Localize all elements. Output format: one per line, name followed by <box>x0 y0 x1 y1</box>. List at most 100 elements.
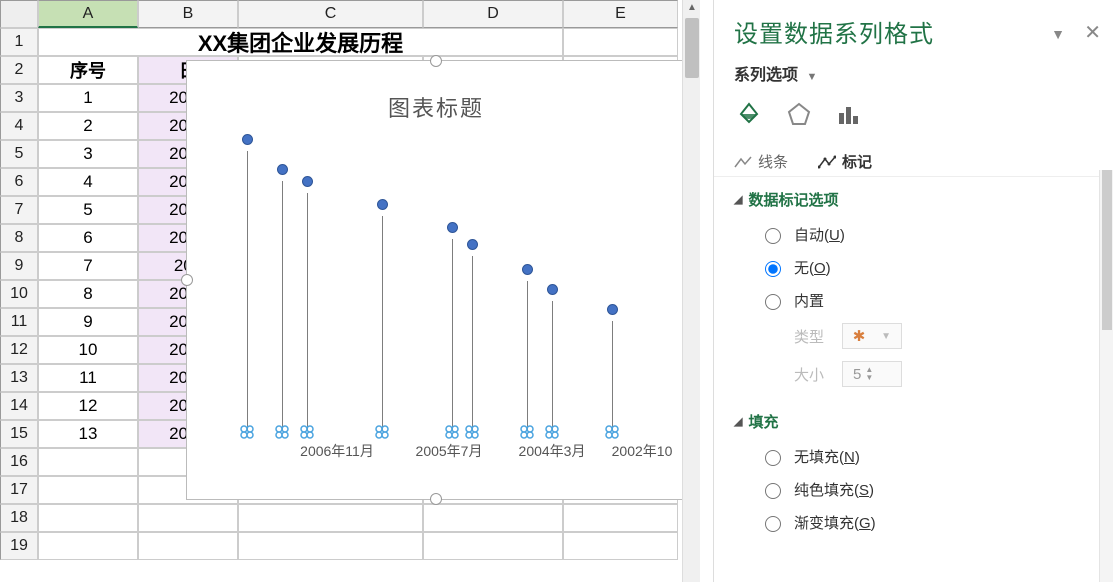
row-header-16[interactable]: 16 <box>0 448 38 476</box>
chart-marker[interactable] <box>377 199 388 210</box>
select-all-corner[interactable] <box>0 0 38 28</box>
cell[interactable]: 1 <box>38 84 138 112</box>
cell[interactable] <box>38 448 138 476</box>
chart-marker[interactable] <box>242 134 253 145</box>
chart-marker[interactable] <box>607 304 618 315</box>
cell[interactable] <box>563 28 678 56</box>
cell[interactable] <box>423 504 563 532</box>
radio-nofill-input[interactable] <box>765 450 781 466</box>
row-header-19[interactable]: 19 <box>0 532 38 560</box>
radio-none-input[interactable] <box>765 261 781 277</box>
row-header-18[interactable]: 18 <box>0 504 38 532</box>
series-options-dropdown[interactable]: 系列选项 ▼ <box>714 55 1113 93</box>
chart-base-marker-selected[interactable] <box>300 425 314 439</box>
cell[interactable]: 9 <box>38 308 138 336</box>
chart-stem[interactable] <box>282 181 283 431</box>
row-header-1[interactable]: 1 <box>0 28 38 56</box>
cell[interactable]: 7 <box>38 252 138 280</box>
chart-title[interactable]: 图表标题 <box>187 91 685 123</box>
cell[interactable] <box>238 504 423 532</box>
chart-stem[interactable] <box>247 151 248 431</box>
chart-base-marker-selected[interactable] <box>545 425 559 439</box>
marker-type-dropdown[interactable]: ✱ ▼ <box>842 323 902 349</box>
radio-auto-input[interactable] <box>765 228 781 244</box>
resize-handle-n[interactable] <box>430 55 442 67</box>
panel-scroll-thumb[interactable] <box>1102 170 1112 330</box>
radio-builtin[interactable]: 内置 <box>760 284 1093 317</box>
fill-line-icon[interactable] <box>734 99 764 129</box>
row-header-2[interactable]: 2 <box>0 56 38 84</box>
cell[interactable] <box>563 532 678 560</box>
radio-solid[interactable]: 纯色填充(S) <box>760 473 1093 506</box>
spinner[interactable]: ▲▼ <box>865 366 873 382</box>
cell[interactable]: 8 <box>38 280 138 308</box>
radio-auto[interactable]: 自动(U) <box>760 218 1093 251</box>
cell[interactable] <box>38 532 138 560</box>
chart-stem[interactable] <box>382 216 383 431</box>
cell[interactable] <box>563 504 678 532</box>
resize-handle-s[interactable] <box>430 493 442 505</box>
cell[interactable] <box>238 532 423 560</box>
marker-options-title[interactable]: ◢ 数据标记选项 <box>734 189 1093 210</box>
chart-marker[interactable] <box>277 164 288 175</box>
row-header-9[interactable]: 9 <box>0 252 38 280</box>
cell[interactable]: 5 <box>38 196 138 224</box>
col-header-B[interactable]: B <box>138 0 238 28</box>
row-header-13[interactable]: 13 <box>0 364 38 392</box>
chart-marker[interactable] <box>522 264 533 275</box>
radio-solid-input[interactable] <box>765 483 781 499</box>
cell[interactable]: 10 <box>38 336 138 364</box>
chart-marker[interactable] <box>302 176 313 187</box>
row-header-6[interactable]: 6 <box>0 168 38 196</box>
cell[interactable]: 3 <box>38 140 138 168</box>
chart-base-marker-selected[interactable] <box>275 425 289 439</box>
row-header-17[interactable]: 17 <box>0 476 38 504</box>
chart-object[interactable]: 图表标题 2006年11月2005年7月2004年3月2002年10 <box>186 60 686 500</box>
chart-base-marker-selected[interactable] <box>240 425 254 439</box>
row-header-15[interactable]: 15 <box>0 420 38 448</box>
cell[interactable]: 4 <box>38 168 138 196</box>
tab-line[interactable]: 线条 <box>734 151 788 172</box>
row-header-4[interactable]: 4 <box>0 112 38 140</box>
col-header-D[interactable]: D <box>423 0 563 28</box>
chart-stem[interactable] <box>472 256 473 431</box>
radio-builtin-input[interactable] <box>765 294 781 310</box>
close-icon[interactable]: ✕ <box>1084 20 1101 45</box>
chart-base-marker-selected[interactable] <box>445 425 459 439</box>
marker-size-input[interactable]: 5 ▲▼ <box>842 361 902 387</box>
radio-gradient[interactable]: 渐变填充(G) <box>760 506 1093 539</box>
chart-base-marker-selected[interactable] <box>605 425 619 439</box>
row-header-5[interactable]: 5 <box>0 140 38 168</box>
row-header-10[interactable]: 10 <box>0 280 38 308</box>
cell[interactable]: 11 <box>38 364 138 392</box>
cell[interactable]: 12 <box>38 392 138 420</box>
col-header-C[interactable]: C <box>238 0 423 28</box>
sheet-vscrollbar[interactable]: ▲ <box>682 0 700 582</box>
spin-down-icon[interactable]: ▼ <box>865 374 873 382</box>
chart-stem[interactable] <box>527 281 528 431</box>
row-header-14[interactable]: 14 <box>0 392 38 420</box>
cell[interactable] <box>423 532 563 560</box>
scroll-up-icon[interactable]: ▲ <box>687 2 697 13</box>
radio-nofill[interactable]: 无填充(N) <box>760 440 1093 473</box>
col-header-E[interactable]: E <box>563 0 678 28</box>
cell[interactable] <box>38 504 138 532</box>
series-icon[interactable] <box>834 99 864 129</box>
radio-gradient-input[interactable] <box>765 516 781 532</box>
row-header-12[interactable]: 12 <box>0 336 38 364</box>
title-cell[interactable]: XX集团企业发展历程 <box>38 28 563 56</box>
cell[interactable]: 13 <box>38 420 138 448</box>
chart-marker[interactable] <box>547 284 558 295</box>
panel-vscrollbar[interactable] <box>1099 170 1113 582</box>
cell[interactable] <box>138 504 238 532</box>
row-header-11[interactable]: 11 <box>0 308 38 336</box>
tab-marker[interactable]: 标记 <box>818 151 872 172</box>
cell[interactable] <box>138 532 238 560</box>
cell[interactable]: 2 <box>38 112 138 140</box>
chart-base-marker-selected[interactable] <box>520 425 534 439</box>
panel-menu-icon[interactable]: ▼ <box>1051 26 1065 42</box>
fill-section-title[interactable]: ◢ 填充 <box>734 411 1093 432</box>
cell[interactable]: 6 <box>38 224 138 252</box>
row-header-8[interactable]: 8 <box>0 224 38 252</box>
chart-stem[interactable] <box>552 301 553 431</box>
